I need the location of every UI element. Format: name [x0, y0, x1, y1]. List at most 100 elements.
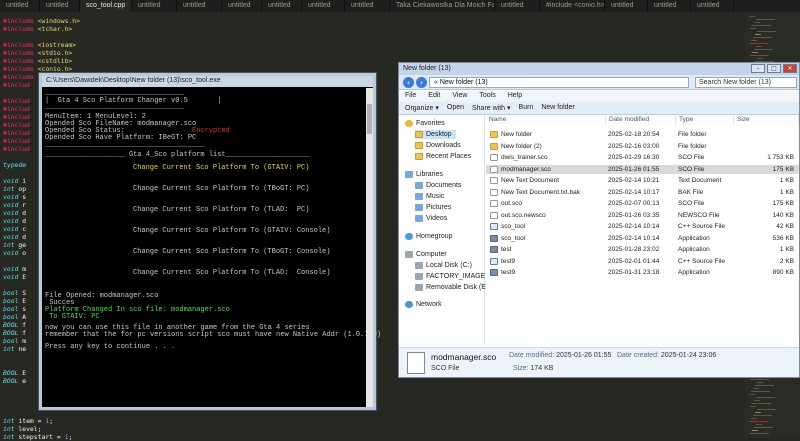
nav-item[interactable]: Removable Disk (E:) [415, 283, 490, 292]
code-token: #include [3, 65, 38, 73]
code-line: #include <stdio.h> [3, 49, 72, 57]
address-box[interactable]: « New folder (13) [429, 77, 689, 88]
nav-item[interactable]: Recent Places [415, 152, 471, 161]
nav-item[interactable]: Computer [405, 250, 447, 259]
editor-tab[interactable]: untitled [222, 0, 262, 12]
toolbar-button[interactable]: Open [447, 104, 464, 112]
code-line: void i [3, 177, 26, 185]
editor-tab[interactable]: untitled [345, 0, 390, 12]
file-row[interactable]: New Text Document 2025-02-14 10:21 Text Do… [486, 176, 799, 185]
minimap-line [756, 19, 775, 20]
editor-tab[interactable]: untitled [691, 0, 734, 12]
column-header[interactable]: Type [676, 115, 734, 125]
maximize-button[interactable]: □ [767, 64, 781, 73]
editor-tab[interactable]: untitled [40, 0, 80, 12]
menu-item[interactable]: Help [508, 92, 522, 101]
console-line: Change Current Sco Platform To (GTAIV: C… [133, 227, 331, 235]
minimap-line [753, 388, 759, 389]
column-header[interactable]: Date modified [606, 115, 676, 125]
code-line: void E [3, 273, 26, 281]
forward-button[interactable]: › [416, 77, 427, 88]
console-output: _________________________________ | Gta 4… [45, 89, 381, 407]
nav-item[interactable]: Network [405, 300, 442, 309]
lib-icon [405, 171, 413, 178]
editor-tab[interactable]: untitled [0, 0, 40, 12]
nav-item[interactable]: Homegroup [405, 232, 453, 241]
file-name-text: dwis_trainer.sco [501, 154, 548, 161]
file-row[interactable]: modmanager.sco 2025-01-26 01:55 SCO File 17… [486, 164, 799, 174]
editor-tab[interactable]: Taka Ciekawostka Dla Moich Fanów [390, 0, 495, 12]
menu-item[interactable]: Edit [428, 92, 440, 101]
code-line: #includ [3, 81, 30, 89]
toolbar-button[interactable]: Share with ▾ [472, 104, 511, 112]
menu-item[interactable]: Tools [479, 92, 495, 101]
code-line: void o [3, 249, 26, 257]
file-date: 2025-01-31 23:18 [608, 269, 660, 276]
toolbar-button[interactable]: Burn [519, 104, 534, 112]
code-token: #include [3, 49, 38, 57]
code-token: BOOL [3, 377, 19, 385]
file-name: test9 [490, 268, 606, 277]
minimap-line [752, 25, 771, 26]
file-row[interactable]: New folder (2) 2025-02-16 03:00 File folde… [486, 142, 799, 151]
editor-tab[interactable]: untitled [648, 0, 691, 12]
code-token: void [3, 201, 19, 209]
nav-item[interactable]: Music [415, 192, 444, 201]
code-token: #includ [3, 105, 30, 113]
file-row[interactable]: New Text Document.txt.bak 2025-02-14 10:1… [486, 188, 799, 197]
editor-tab[interactable]: untitled [177, 0, 222, 12]
code-line: BOOL f [3, 321, 26, 329]
search-input[interactable]: Search New folder (13) [695, 77, 797, 88]
explorer-window[interactable]: New folder (13) – □ ✕ ‹ › « New folder (… [398, 62, 800, 378]
editor-tab[interactable]: untitled [302, 0, 345, 12]
console-scroll-thumb[interactable] [367, 104, 372, 134]
column-header[interactable]: Name [486, 115, 606, 125]
minimap-line [756, 46, 762, 47]
menu-item[interactable]: View [452, 92, 467, 101]
nav-item[interactable]: Local Disk (C:) [415, 261, 472, 270]
nav-item-label: Videos [426, 215, 448, 222]
editor-tab[interactable]: sco_tool.cpp [80, 0, 132, 12]
toolbar-button[interactable]: New folder [541, 104, 574, 112]
editor-tab[interactable]: #include <conio.h> [540, 0, 605, 12]
nav-item[interactable]: Downloads [415, 141, 461, 150]
file-date: 2025-02-07 00:13 [608, 200, 660, 207]
nav-item[interactable]: Pictures [415, 203, 451, 212]
editor-tab[interactable]: untitled [262, 0, 302, 12]
lib-icon [415, 215, 423, 222]
console-window[interactable]: C:\Users\Dawidek\Desktop\New folder (13)… [39, 73, 381, 410]
file-row[interactable]: New folder 2025-02-18 20:54 File folder [486, 130, 799, 139]
nav-item[interactable]: Videos [415, 214, 447, 223]
editor-tab[interactable]: untitled [605, 0, 648, 12]
minimap-line [755, 34, 761, 35]
toolbar-button[interactable]: Organize ▾ [405, 104, 439, 112]
file-row[interactable]: test 2025-01-28 23:02 Application 1 KB [486, 245, 799, 254]
editor-tab[interactable]: untitled [495, 0, 540, 12]
file-row[interactable]: test9 2025-01-31 23:18 Application 890 KB [486, 268, 799, 277]
code-line: #includ [3, 121, 30, 129]
console-line: Change Current Sco Platform To (GTAIV: P… [133, 164, 310, 172]
code-token: <windows.h> [37, 17, 80, 25]
nav-item[interactable]: Libraries [405, 170, 443, 179]
file-date: 2025-02-14 10:14 [608, 234, 660, 242]
back-button[interactable]: ‹ [403, 77, 414, 88]
minimize-button[interactable]: – [751, 64, 765, 73]
nav-item[interactable]: Favorites [405, 119, 445, 128]
cpp-icon [490, 257, 498, 265]
menu-item[interactable]: File [405, 92, 416, 101]
minimap-line [757, 409, 776, 410]
code-line: #includ [3, 137, 30, 145]
editor-tab[interactable]: untitled [132, 0, 177, 12]
close-button[interactable]: ✕ [783, 64, 797, 73]
file-row[interactable]: test9 2025-02-01 01:44 C++ Source File 2 KB [486, 257, 799, 266]
file-row[interactable]: dwis_trainer.sco 2025-01-29 16:30 SCO File… [486, 153, 799, 162]
nav-item[interactable]: Documents [415, 181, 461, 190]
console-scrollbar[interactable] [366, 88, 373, 407]
nav-item[interactable]: Desktop [415, 130, 456, 139]
file-row[interactable]: out.sco 2025-02-07 00:13 SCO File 175 KB [486, 199, 799, 208]
file-type: NEWSCO File [678, 211, 720, 219]
file-row[interactable]: sco_tool 2025-02-14 10:14 C++ Source File 4… [486, 222, 799, 231]
file-row[interactable]: out.sco.newsco 2025-01-26 03:35 NEWSCO Fil… [486, 211, 799, 220]
file-row[interactable]: sco_tool 2025-02-14 10:14 Application 536 K… [486, 234, 799, 243]
column-header[interactable]: Size [734, 115, 799, 125]
